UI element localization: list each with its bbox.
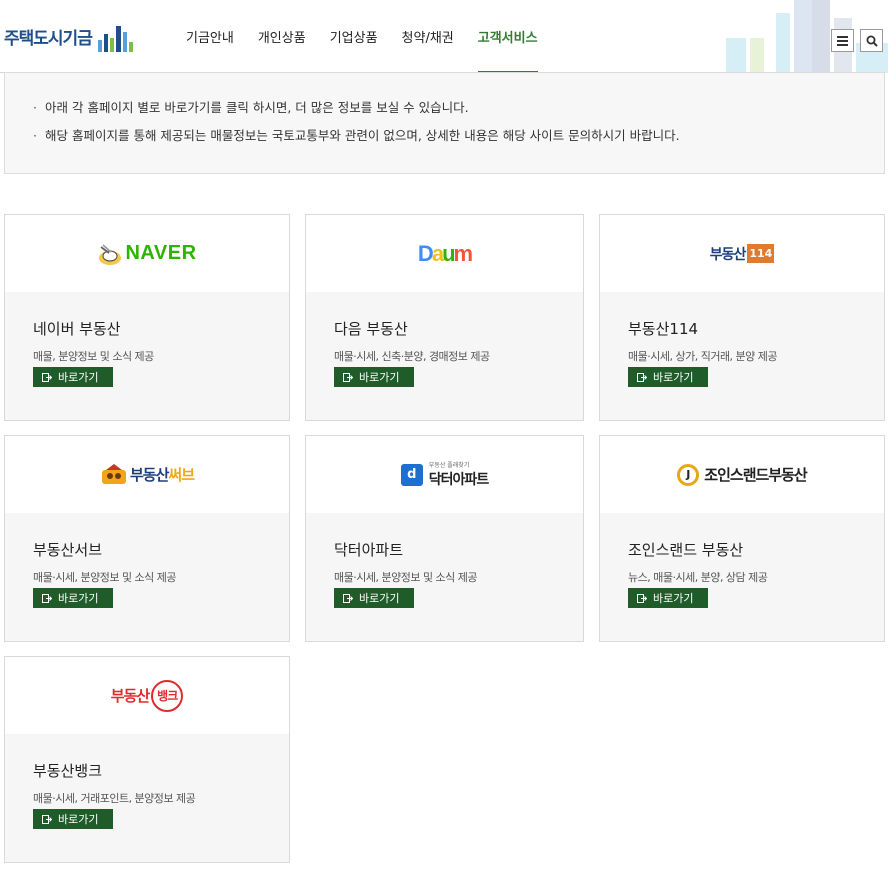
card-title: 다음 부동산: [334, 320, 408, 338]
card-daum: Daum 다음 부동산 매물·시세, 신축·분양, 경매정보 제공 바로가기: [305, 214, 584, 421]
nav-fund-info[interactable]: 기금안내: [186, 0, 234, 73]
card-desc: 매물·시세, 신축·분양, 경매정보 제공: [334, 350, 490, 363]
serve-logo-text: 부동산써브: [129, 466, 195, 484]
card-title: 부동산뱅크: [33, 762, 103, 780]
card-drapt: d 부동산 플래찾기 닥터아파트 닥터아파트 매물·시세, 분양정보 및 소식 …: [305, 435, 584, 642]
go-button-drapt[interactable]: 바로가기: [334, 588, 414, 608]
joinsland-logo-text: 조인스랜드부동산: [704, 466, 807, 484]
site-logo[interactable]: 주택도시기금: [4, 20, 135, 52]
card-title: 네이버 부동산: [33, 320, 121, 338]
naver-logo-text: NAVER: [125, 242, 197, 264]
card-desc: 매물·시세, 분양정보 및 소식 제공: [334, 571, 478, 584]
naver-mascot-icon: [99, 243, 122, 265]
card-logo-area[interactable]: 부동산 뱅크: [5, 657, 289, 734]
serve-mascot-icon: [101, 463, 126, 484]
go-button-serve[interactable]: 바로가기: [33, 588, 113, 608]
card-desc: 매물, 분양정보 및 소식 제공: [33, 350, 154, 363]
notice-line: 아래 각 홈페이지 별로 바로가기를 클릭 하시면, 더 많은 정보를 보실 수…: [33, 97, 884, 125]
go-button-label: 바로가기: [359, 592, 400, 605]
nav-subscription-bonds[interactable]: 청약/채권: [402, 0, 454, 73]
menu-icon: [837, 35, 848, 46]
card-logo-area[interactable]: d 부동산 플래찾기 닥터아파트: [306, 436, 583, 513]
go-button-bank[interactable]: 바로가기: [33, 809, 113, 829]
search-button[interactable]: [860, 29, 883, 52]
link-out-icon: [637, 593, 647, 603]
joinsland-badge-icon: J: [677, 463, 700, 486]
go-button-label: 바로가기: [58, 371, 99, 384]
r114-logo: 부동산 114: [710, 244, 775, 264]
card-desc: 매물·시세, 거래포인트, 분양정보 제공: [33, 792, 196, 805]
nav-personal-products[interactable]: 개인상품: [258, 0, 306, 73]
card-logo-area[interactable]: NAVER: [5, 215, 289, 292]
card-r114: 부동산 114 부동산114 매물·시세, 상가, 직거래, 분양 제공 바로가…: [599, 214, 885, 421]
notice-box: 아래 각 홈페이지 별로 바로가기를 클릭 하시면, 더 많은 정보를 보실 수…: [4, 72, 885, 174]
nav-customer-service[interactable]: 고객서비스: [477, 0, 538, 74]
naver-logo: NAVER: [97, 241, 196, 267]
link-out-icon: [42, 593, 52, 603]
link-out-icon: [343, 593, 353, 603]
go-button-naver[interactable]: 바로가기: [33, 367, 113, 387]
card-title: 조인스랜드 부동산: [628, 541, 744, 559]
go-button-label: 바로가기: [653, 371, 694, 384]
go-button-daum[interactable]: 바로가기: [334, 367, 414, 387]
card-desc: 매물·시세, 분양정보 및 소식 제공: [33, 571, 177, 584]
card-logo-area[interactable]: 부동산 114: [600, 215, 884, 292]
search-icon: [866, 35, 878, 47]
nav-corporate-products[interactable]: 기업상품: [330, 0, 378, 73]
drapt-badge-icon: d: [400, 463, 423, 486]
card-logo-area[interactable]: Daum: [306, 215, 583, 292]
card-title: 부동산서브: [33, 541, 103, 559]
card-desc: 매물·시세, 상가, 직거래, 분양 제공: [628, 350, 778, 363]
main-nav: 기금안내 개인상품 기업상품 청약/채권 고객서비스: [186, 0, 562, 74]
card-title: 부동산114: [628, 320, 699, 338]
site-header: 주택도시기금 기금안내 개인상품 기업상품 청약/채권 고객서비스: [0, 0, 888, 74]
card-naver: NAVER 네이버 부동산 매물, 분양정보 및 소식 제공 바로가기: [4, 214, 290, 421]
link-out-icon: [42, 814, 52, 824]
bank-logo: 부동산 뱅크: [110, 679, 184, 712]
serve-logo: 부동산써브: [100, 463, 195, 486]
bank-logo-badge: 뱅크: [151, 679, 184, 712]
menu-button[interactable]: [831, 29, 854, 52]
link-out-icon: [42, 372, 52, 382]
go-button-label: 바로가기: [359, 371, 400, 384]
go-button-label: 바로가기: [653, 592, 694, 605]
card-logo-area[interactable]: 부동산써브: [5, 436, 289, 513]
drapt-logo-text: 닥터아파트: [428, 472, 489, 488]
bank-logo-text: 부동산: [110, 687, 150, 705]
logo-text: 주택도시기금: [4, 28, 93, 49]
go-button-joinsland[interactable]: 바로가기: [628, 588, 708, 608]
link-out-icon: [637, 372, 647, 382]
card-joinsland: J 조인스랜드부동산 조인스랜드 부동산 뉴스, 매물·시세, 분양, 상담 제…: [599, 435, 885, 642]
card-bank: 부동산 뱅크 부동산뱅크 매물·시세, 거래포인트, 분양정보 제공 바로가기: [4, 656, 290, 863]
card-serve: 부동산써브 부동산서브 매물·시세, 분양정보 및 소식 제공 바로가기: [4, 435, 290, 642]
r114-logo-text: 부동산: [709, 246, 747, 263]
card-title: 닥터아파트: [334, 541, 404, 559]
notice-line: 해당 홈페이지를 통해 제공되는 매물정보는 국토교통부와 관련이 없으며, 상…: [33, 125, 884, 153]
daum-logo: Daum: [417, 240, 473, 267]
r114-logo-badge: 114: [747, 244, 775, 263]
daum-logo-text: Daum: [417, 240, 473, 266]
drapt-logo-sub: 부동산 플래찾기: [428, 462, 470, 469]
card-logo-area[interactable]: J 조인스랜드부동산: [600, 436, 884, 513]
go-button-label: 바로가기: [58, 813, 99, 826]
go-button-r114[interactable]: 바로가기: [628, 367, 708, 387]
drapt-logo: d 부동산 플래찾기 닥터아파트: [400, 460, 489, 489]
joinsland-logo: J 조인스랜드부동산: [677, 463, 808, 486]
logo-mark-icon: [97, 20, 135, 52]
card-desc: 뉴스, 매물·시세, 분양, 상담 제공: [628, 571, 768, 584]
go-button-label: 바로가기: [58, 592, 99, 605]
link-out-icon: [343, 372, 353, 382]
